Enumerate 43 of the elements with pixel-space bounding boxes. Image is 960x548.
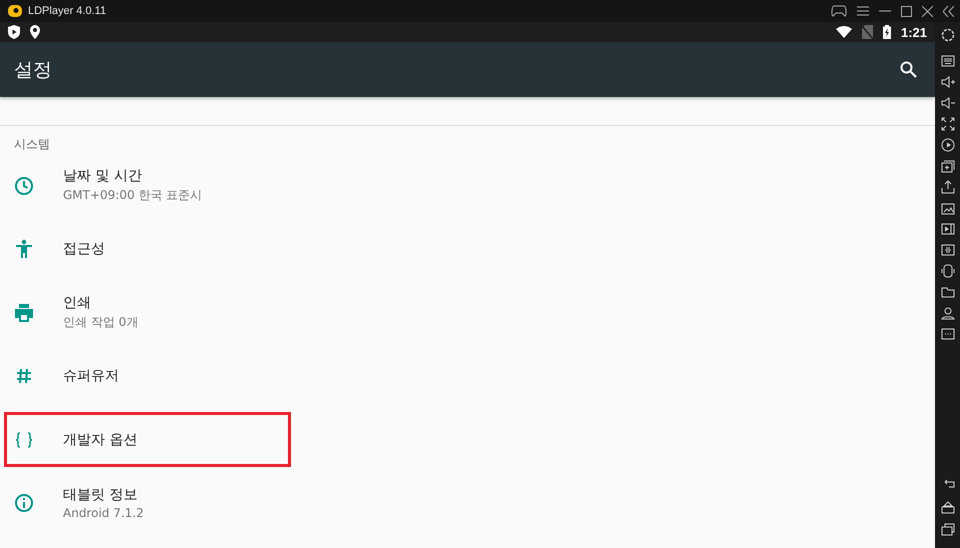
setting-title[interactable]: 인쇄 [63, 294, 138, 312]
search-icon[interactable] [900, 61, 917, 78]
gamepad-icon[interactable] [831, 5, 847, 17]
upload-icon[interactable] [940, 179, 956, 195]
hash-icon [16, 368, 32, 384]
shield-icon [8, 25, 20, 39]
clock-icon [14, 176, 34, 196]
fullscreen-icon[interactable] [940, 116, 956, 132]
menu-icon[interactable] [857, 6, 869, 16]
app-logo-icon [8, 4, 22, 18]
record-icon[interactable] [940, 137, 956, 153]
setting-title[interactable]: 태블릿 정보 [63, 486, 144, 504]
accessibility-icon [14, 239, 32, 260]
maximize-icon[interactable] [901, 6, 912, 16]
settings-icon[interactable] [940, 26, 956, 42]
window-title: LDPlayer 4.0.11 [28, 5, 106, 17]
setting-title[interactable]: 날짜 및 시간 [63, 167, 202, 186]
toolbar-title: 설정 [14, 58, 52, 82]
status-time: 1:21 [900, 24, 927, 40]
recent-apps-icon[interactable] [940, 521, 956, 537]
no-sim-icon [862, 25, 873, 39]
setting-title[interactable]: 접근성 [63, 240, 105, 258]
video-icon[interactable] [940, 221, 956, 237]
more-icon[interactable] [940, 326, 956, 342]
collapse-icon[interactable] [943, 6, 954, 16]
volume-down-icon[interactable] [940, 95, 956, 111]
close-icon[interactable] [922, 6, 933, 16]
location-pin-icon [30, 25, 40, 39]
section-header: 시스템 [13, 136, 51, 153]
braces-icon [14, 432, 32, 448]
setting-title[interactable]: 개발자 옵션 [63, 430, 138, 449]
setting-summary: Android 7.1.2 [63, 506, 144, 520]
volume-up-icon[interactable] [940, 74, 956, 90]
battery-charging-icon [882, 25, 891, 39]
add-window-icon[interactable] [940, 158, 956, 174]
info-icon [14, 493, 34, 514]
setting-summary: 인쇄 작업 0개 [63, 314, 138, 332]
setting-title[interactable]: 슈퍼유저 [63, 367, 119, 386]
home-icon[interactable] [940, 499, 956, 515]
printer-icon [14, 304, 34, 322]
wifi-icon [836, 26, 852, 38]
setting-summary: GMT+09:00 한국 표준시 [63, 187, 202, 204]
vibrate-icon[interactable] [940, 263, 956, 279]
